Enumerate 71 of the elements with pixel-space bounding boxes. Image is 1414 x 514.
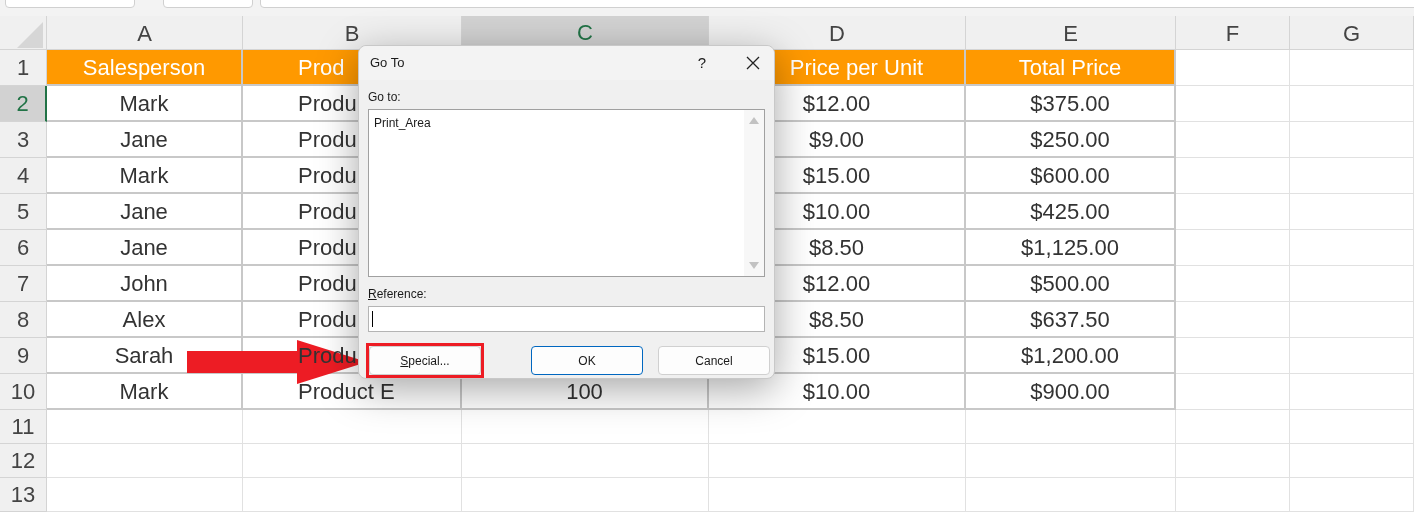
column-title: Price per Unit [789,53,924,82]
column-title: Total Price [1018,53,1122,82]
table-cell-text: Produ [298,197,357,226]
table-cell-text: $425.00 [1030,197,1110,226]
table-cell-text: $12.00 [802,89,871,118]
row-header[interactable]: 8 [0,302,47,338]
goto-list[interactable]: Print_Area [368,109,765,277]
dialog-button[interactable]: OK [531,346,643,375]
reference-label: Reference: [368,286,428,303]
table-cell-text: Alex [122,305,166,334]
table-cell-text: $8.50 [808,233,865,262]
table-cell-text: $9.00 [808,125,865,154]
table-cell-text: $8.50 [808,305,865,334]
table-cell-text: Produ [298,233,357,262]
table-cell-text: Produ [298,161,357,190]
row-header[interactable]: 10 [0,374,47,410]
row-header[interactable]: 7 [0,266,47,302]
table-cell-text: $1,125.00 [1021,233,1119,262]
table-cell-text: Mark [119,161,169,190]
table-cell-text: Product E [298,377,395,406]
row-header[interactable]: 5 [0,194,47,230]
row-header[interactable]: 3 [0,122,47,158]
column-title: Prod [298,53,345,82]
table-cell-text: $10.00 [802,377,871,406]
table-cell-text: $12.00 [802,269,871,298]
scroll-up-icon[interactable] [749,117,759,124]
select-all-icon[interactable] [17,22,43,48]
row-header[interactable]: 13 [0,478,47,512]
table-cell-text: $250.00 [1030,125,1110,154]
table-cell-text: Produ [298,269,357,298]
column-title: Salesperson [82,53,206,82]
scroll-down-icon[interactable] [749,262,759,269]
table-cell-text: $900.00 [1030,377,1110,406]
row-header[interactable]: 11 [0,410,47,444]
row-header[interactable]: 6 [0,230,47,266]
table-cell-text: $1,200.00 [1021,341,1119,370]
table-cell-text: Produ [298,125,357,154]
table-cell-text: John [120,269,168,298]
column-header[interactable]: G [1290,16,1414,51]
goto-label: Go to: [368,89,402,106]
table-cell-text: Jane [120,125,168,154]
list-item[interactable]: Print_Area [373,114,740,132]
row-header[interactable]: 2 [0,86,47,122]
table-cell-text: Produ [298,305,357,334]
table-cell-text: $500.00 [1030,269,1110,298]
table-cell-text: Mark [119,377,169,406]
row-header[interactable]: 4 [0,158,47,194]
table-cell-text: $15.00 [802,161,871,190]
close-icon[interactable] [746,56,760,70]
reference-field[interactable] [368,306,765,332]
column-header[interactable]: F [1176,16,1290,51]
dialog-button[interactable]: Cancel [658,346,770,375]
table-cell-text: Jane [120,233,168,262]
table-cell-text: $375.00 [1030,89,1110,118]
table-cell-text: Mark [119,89,169,118]
dialog-title: Go To [370,54,406,73]
table-cell-text: Sarah [114,341,174,370]
table-cell-text: $637.50 [1030,305,1110,334]
table-cell-text: $600.00 [1030,161,1110,190]
row-header[interactable]: 1 [0,50,47,86]
scrollbar[interactable] [744,110,764,276]
table-cell-text: Produ [298,89,357,118]
table-cell-text: 100 [566,377,603,406]
table-cell-text: $15.00 [802,341,871,370]
table-cell-text: $10.00 [802,197,871,226]
dialog-button[interactable]: Special... [369,346,481,375]
help-button[interactable]: ? [692,51,712,75]
row-header[interactable]: 12 [0,444,47,478]
table-cell-text: Produ [298,341,357,370]
table-cell-text: Jane [120,197,168,226]
row-header[interactable]: 9 [0,338,47,374]
